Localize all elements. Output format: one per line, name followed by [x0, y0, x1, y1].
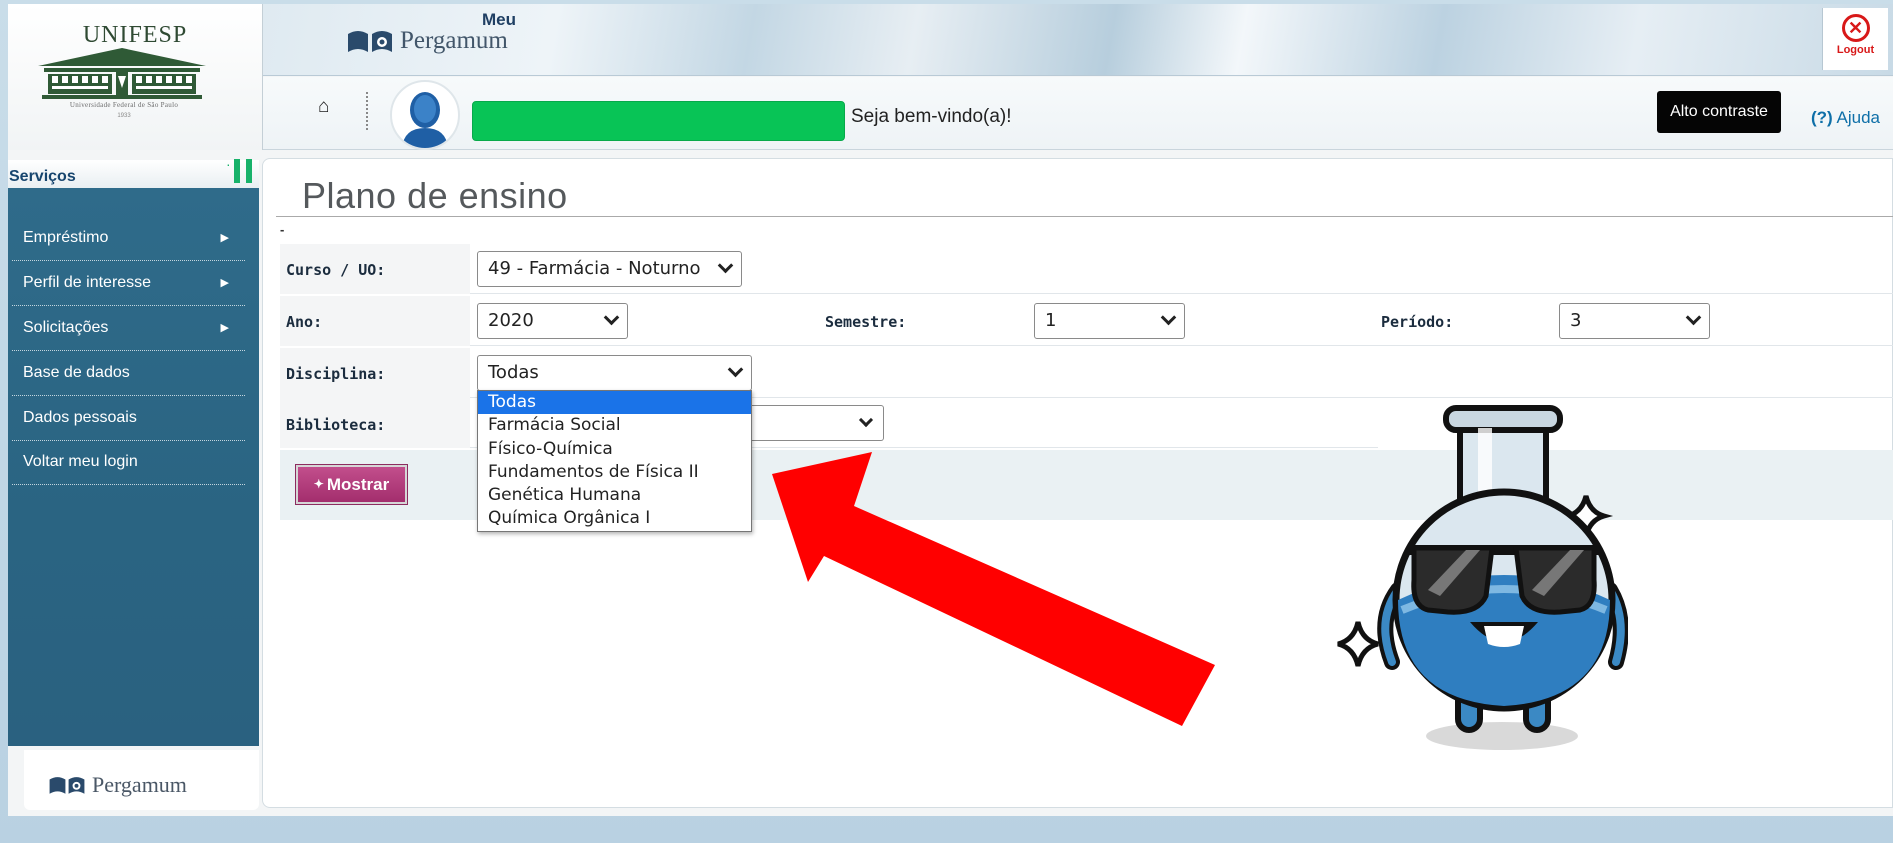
- flask-mascot-sticker: [1337, 405, 1628, 750]
